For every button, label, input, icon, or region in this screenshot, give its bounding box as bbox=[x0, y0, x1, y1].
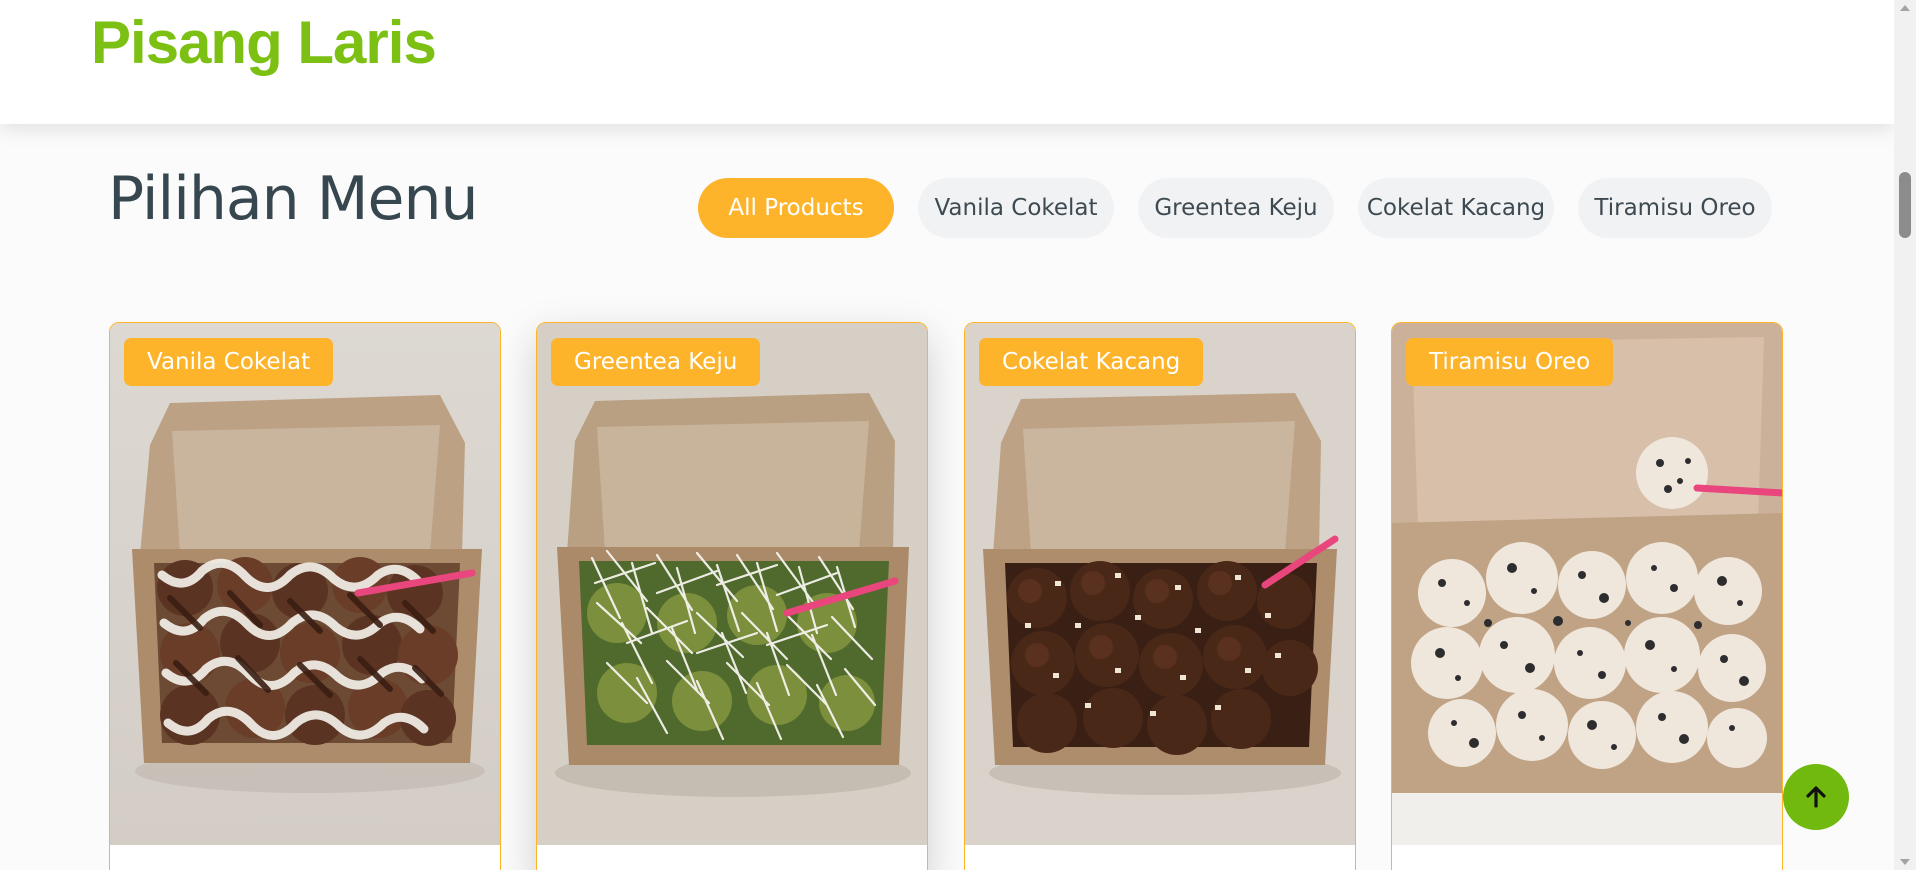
filter-tiramisu-oreo[interactable]: Tiramisu Oreo bbox=[1578, 178, 1772, 238]
product-tag: Greentea Keju bbox=[551, 338, 761, 386]
product-photo bbox=[965, 323, 1355, 845]
product-photo bbox=[537, 323, 927, 845]
scroll-down-arrow-icon[interactable] bbox=[1900, 859, 1910, 865]
tiramisu-oreo-photo bbox=[1392, 323, 1782, 845]
section-title: Pilihan Menu bbox=[108, 164, 479, 234]
product-photo bbox=[1392, 323, 1782, 845]
product-card[interactable]: Greentea Keju bbox=[536, 322, 928, 870]
product-card[interactable]: Vanila Cokelat bbox=[109, 322, 501, 870]
filter-cokelat-kacang[interactable]: Cokelat Kacang bbox=[1358, 178, 1554, 238]
cokelat-kacang-photo bbox=[965, 323, 1355, 845]
greentea-keju-photo bbox=[537, 323, 927, 845]
product-tag: Vanila Cokelat bbox=[124, 338, 334, 386]
filter-greentea-keju[interactable]: Greentea Keju bbox=[1138, 178, 1334, 238]
vanila-cokelat-photo bbox=[110, 323, 500, 845]
back-to-top-button[interactable] bbox=[1783, 764, 1849, 830]
product-tag: Cokelat Kacang bbox=[979, 338, 1204, 386]
product-card[interactable]: Tiramisu Oreo bbox=[1391, 322, 1783, 870]
product-card[interactable]: Cokelat Kacang bbox=[964, 322, 1356, 870]
page-scrollbar[interactable] bbox=[1894, 0, 1916, 870]
scroll-up-arrow-icon[interactable] bbox=[1900, 5, 1910, 11]
arrow-up-icon bbox=[1806, 786, 1826, 808]
brand-logo[interactable]: Pisang Laris bbox=[91, 8, 437, 77]
filter-all-products[interactable]: All Products bbox=[698, 178, 894, 238]
product-photo bbox=[110, 323, 500, 845]
site-header: Pisang Laris bbox=[0, 0, 1894, 124]
filter-vanila-cokelat[interactable]: Vanila Cokelat bbox=[918, 178, 1114, 238]
category-filters: All Products Vanila Cokelat Greentea Kej… bbox=[698, 178, 1772, 238]
product-tag: Tiramisu Oreo bbox=[1406, 338, 1614, 386]
scrollbar-thumb[interactable] bbox=[1899, 172, 1911, 238]
